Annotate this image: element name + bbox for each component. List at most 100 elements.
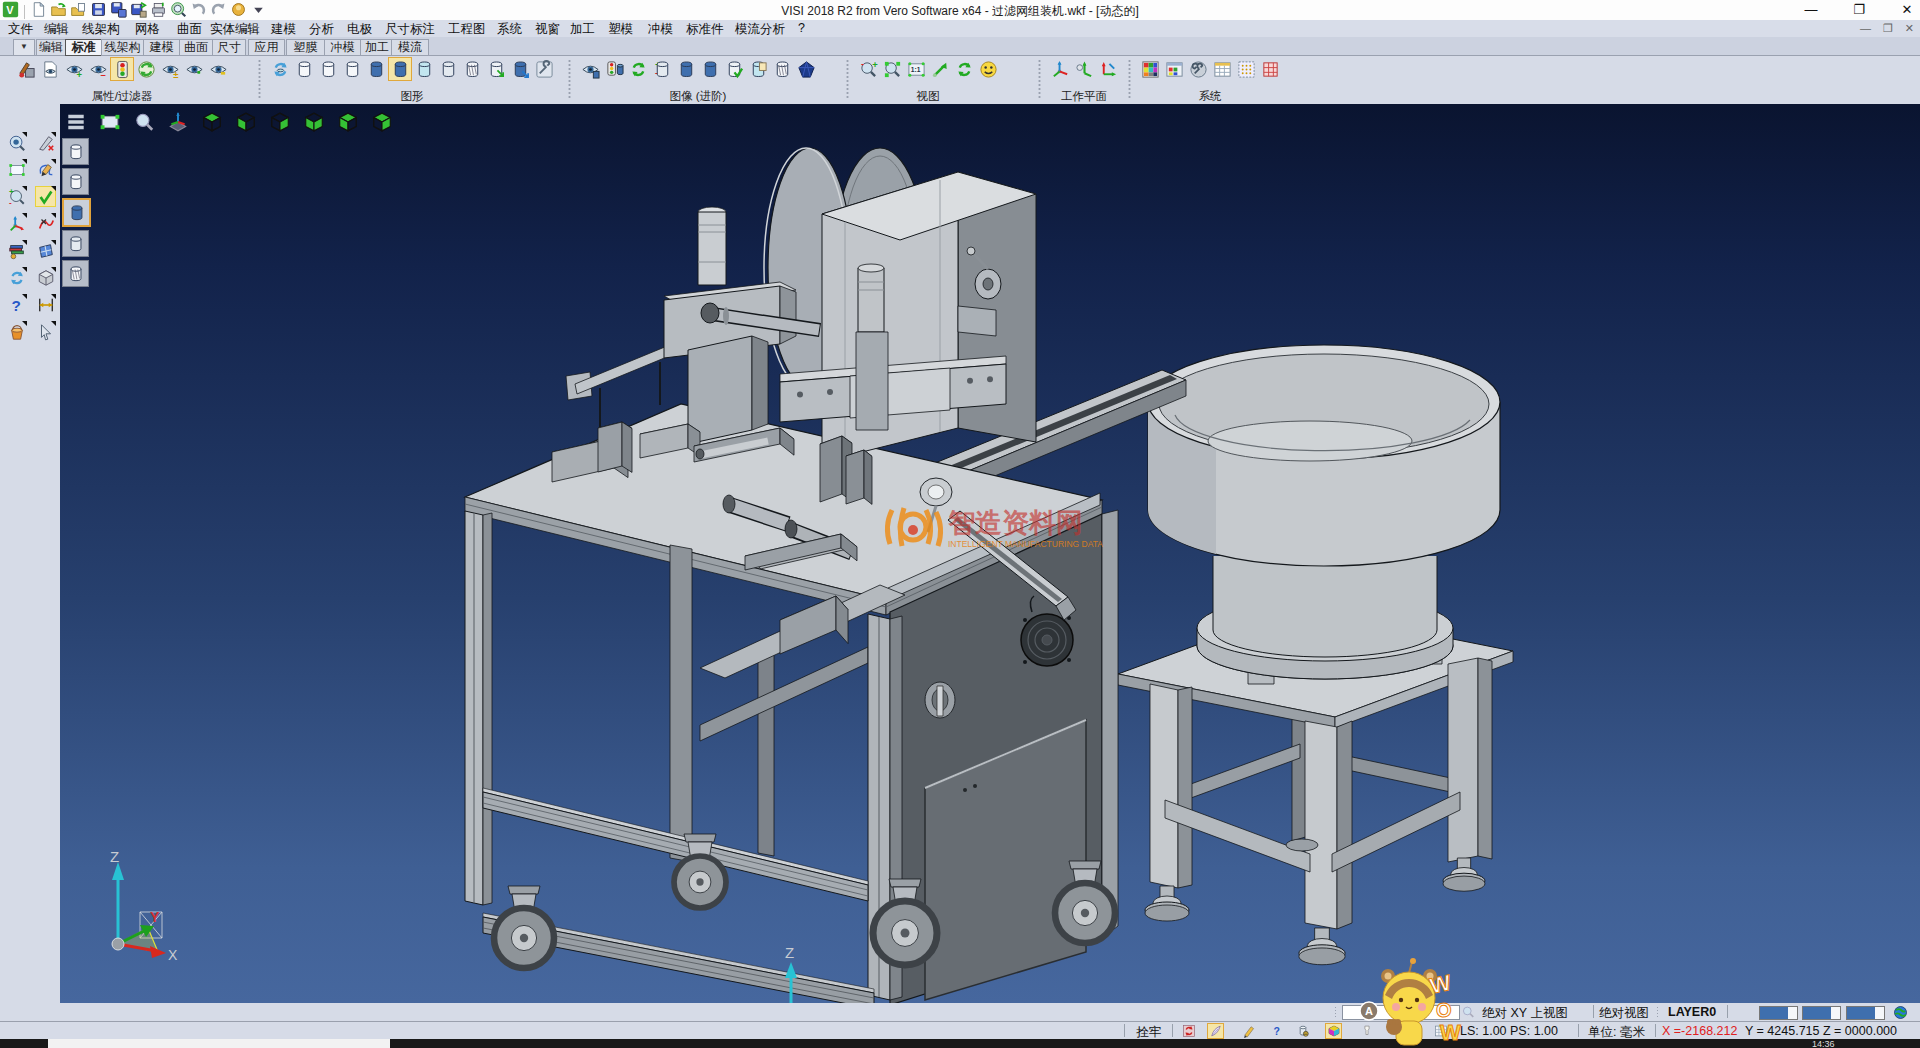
- eyerefresh-icon[interactable]: [134, 57, 158, 81]
- cylblue-icon[interactable]: [698, 57, 722, 81]
- curveX-tool-icon[interactable]: [36, 214, 55, 233]
- toolbar-tab-8[interactable]: 塑膜: [286, 39, 325, 56]
- menu-item-11[interactable]: 工程图: [448, 21, 486, 38]
- eyepm-icon[interactable]: ±: [158, 57, 182, 81]
- redgrid-icon[interactable]: [1258, 57, 1282, 81]
- trafficcyl-icon[interactable]: [602, 57, 626, 81]
- toolbar-tab-6[interactable]: 尺寸: [212, 39, 246, 56]
- magplus-icon[interactable]: +-: [856, 57, 880, 81]
- render-mode-cylwhite-icon[interactable]: [62, 230, 89, 257]
- cylarrow-icon[interactable]: [508, 57, 532, 81]
- checkHL-tool-icon[interactable]: [36, 187, 55, 206]
- refreshcyl-icon[interactable]: [268, 57, 292, 81]
- cylblue-icon[interactable]: [388, 57, 412, 81]
- toolbar-tab-4[interactable]: 建模: [143, 39, 180, 56]
- minusyellow-icon[interactable]: [206, 57, 230, 81]
- view-vframe-icon[interactable]: [98, 110, 122, 134]
- render-mode-cylblue-icon[interactable]: [62, 198, 91, 227]
- refreshcircle-icon[interactable]: [952, 57, 976, 81]
- status-quest-icon[interactable]: ?: [1268, 1023, 1285, 1039]
- toolbar-tab-10[interactable]: 加工: [360, 39, 394, 56]
- menu-item-2[interactable]: 编辑: [44, 21, 69, 38]
- toolbar-tab-9[interactable]: 冲模: [324, 39, 361, 56]
- cylblue-icon[interactable]: [674, 57, 698, 81]
- axisArr-tool-icon[interactable]: [7, 214, 26, 233]
- close-button[interactable]: ✕: [1898, 2, 1916, 17]
- cubeGray-tool-icon[interactable]: [36, 268, 55, 287]
- questB-tool-icon[interactable]: ?: [7, 295, 26, 314]
- toolbar-tab-3[interactable]: 线架构: [101, 39, 144, 56]
- cylgreen-icon[interactable]: [484, 57, 508, 81]
- brushtrash-icon[interactable]: [14, 57, 38, 81]
- view-cubeD-icon[interactable]: [302, 110, 326, 134]
- taskbar-window-preview[interactable]: [48, 1039, 390, 1048]
- eyecyls-icon[interactable]: [578, 57, 602, 81]
- dotsgrid-icon[interactable]: [1234, 57, 1258, 81]
- layer-color-swatch-2[interactable]: [1802, 1006, 1841, 1020]
- minimize-button[interactable]: —: [1802, 2, 1820, 17]
- measureH-tool-icon[interactable]: [36, 295, 55, 314]
- status-featherY-icon[interactable]: [1207, 1023, 1224, 1039]
- bucketO-tool-icon[interactable]: [7, 322, 26, 341]
- view-vaxis-icon[interactable]: [166, 110, 190, 134]
- toolbar-tab-7[interactable]: 应用: [248, 39, 285, 56]
- pencilS-tool-icon[interactable]: [36, 160, 55, 179]
- child-minimize-button[interactable]: —: [1860, 22, 1871, 35]
- menu-item-18[interactable]: 模流分析: [735, 21, 785, 38]
- eyeplus-icon[interactable]: +: [62, 57, 86, 81]
- selectG-tool-icon[interactable]: [36, 322, 55, 341]
- frameSel-tool-icon[interactable]: [7, 160, 26, 179]
- menu-item-19[interactable]: ?: [798, 21, 805, 35]
- menu-item-1[interactable]: 文件: [8, 21, 33, 38]
- status-beecyl-icon[interactable]: [1294, 1023, 1311, 1039]
- cylwhite-icon[interactable]: [436, 57, 460, 81]
- zoomPM-tool-icon[interactable]: +-: [7, 187, 26, 206]
- view-cubeF-icon[interactable]: [370, 110, 394, 134]
- plusgreen-icon[interactable]: [182, 57, 206, 81]
- tab-dropdown-button[interactable]: ▼: [13, 39, 35, 56]
- polyhedron-icon[interactable]: [794, 57, 818, 81]
- cylout-icon[interactable]: [292, 57, 316, 81]
- menu-item-3[interactable]: 线架构: [82, 21, 120, 38]
- booksPal-tool-icon[interactable]: [7, 241, 26, 260]
- axisico-icon[interactable]: [1048, 57, 1072, 81]
- traffic-icon[interactable]: [110, 57, 134, 81]
- menu-item-8[interactable]: 分析: [309, 21, 334, 38]
- one2one-icon[interactable]: 1:1: [904, 57, 928, 81]
- wrenchico-icon[interactable]: [532, 57, 556, 81]
- eyeminus-icon[interactable]: –: [86, 57, 110, 81]
- status-view-abs[interactable]: 绝对视图: [1599, 1005, 1649, 1022]
- menu-item-13[interactable]: 视窗: [535, 21, 560, 38]
- render-mode-cylout-icon[interactable]: [62, 138, 89, 165]
- menu-item-6[interactable]: 实体编辑: [210, 21, 260, 38]
- menu-item-17[interactable]: 标准件: [686, 21, 724, 38]
- child-restore-button[interactable]: ❐: [1883, 22, 1893, 35]
- viewport-3d[interactable]: ZXYZ智造资料网INTELLIGENT MANUFACTURING DATA: [60, 104, 1920, 1003]
- status-pencil2-icon[interactable]: [1240, 1023, 1257, 1039]
- pmcyl-icon[interactable]: +–: [650, 57, 674, 81]
- palwin-icon[interactable]: [1162, 57, 1186, 81]
- greenarrow-icon[interactable]: [928, 57, 952, 81]
- child-close-button[interactable]: ✕: [1905, 22, 1914, 35]
- axisarrows-icon[interactable]: [1096, 57, 1120, 81]
- toolbar-tab-2[interactable]: 标准: [65, 39, 102, 56]
- cylhatch-icon[interactable]: [460, 57, 484, 81]
- view-vmag-icon[interactable]: [132, 110, 156, 134]
- view-cubeA-icon[interactable]: [200, 110, 224, 134]
- knifeX-tool-icon[interactable]: [36, 133, 55, 152]
- cylpage-icon[interactable]: [746, 57, 770, 81]
- cylhatch-icon[interactable]: [770, 57, 794, 81]
- view-cubeC-icon[interactable]: [268, 110, 292, 134]
- cylout-icon[interactable]: [316, 57, 340, 81]
- toolbar-tab-11[interactable]: 模流: [391, 39, 429, 56]
- menu-item-12[interactable]: 系统: [497, 21, 522, 38]
- cylout-icon[interactable]: [340, 57, 364, 81]
- refreshB-tool-icon[interactable]: [7, 268, 26, 287]
- cylcyan-icon[interactable]: [412, 57, 436, 81]
- magEye-tool-icon[interactable]: [7, 133, 26, 152]
- winBlue-tool-icon[interactable]: [36, 241, 55, 260]
- axisgreen-icon[interactable]: [1072, 57, 1096, 81]
- menu-item-15[interactable]: 塑模: [608, 21, 633, 38]
- cylcheck-icon[interactable]: [722, 57, 746, 81]
- menu-item-4[interactable]: 网格: [135, 21, 160, 38]
